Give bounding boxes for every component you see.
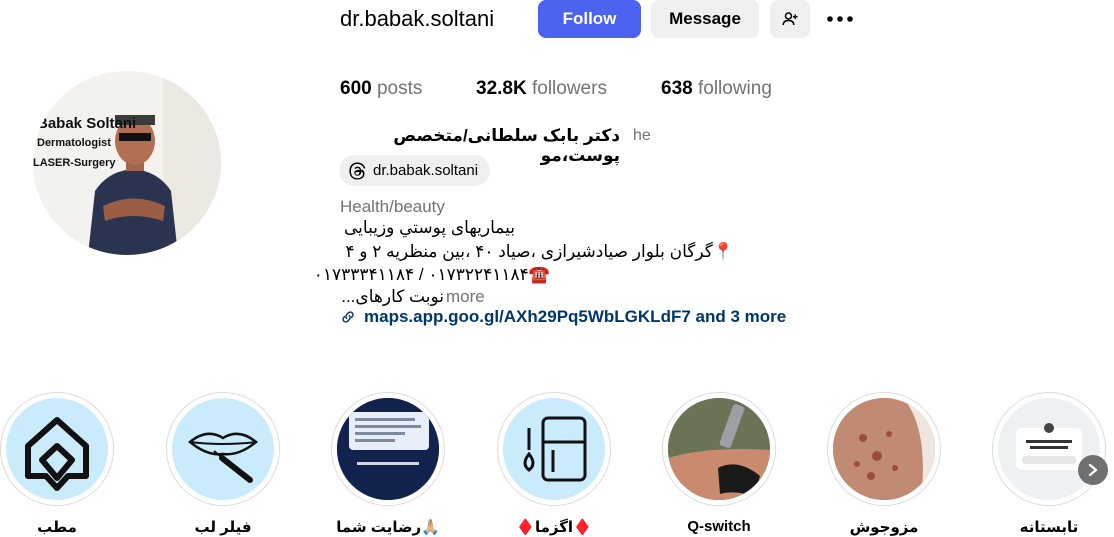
profile-avatar[interactable]: Babak Soltani Dermatologist LASER-Surger… xyxy=(33,71,221,255)
lips-syringe-icon xyxy=(188,432,258,483)
highlight-label: رضایت شما🙏🏼 xyxy=(336,519,440,536)
profile-pronoun: he xyxy=(633,127,651,144)
question-sticker-icon xyxy=(998,398,1100,500)
profile-link-text: maps.app.goo.gl/AXh29Pq5WbLGKLdF7 and 3 … xyxy=(364,307,787,326)
highlight-acne[interactable] xyxy=(827,392,941,506)
link-icon xyxy=(342,311,354,323)
testimonial-screenshot-icon xyxy=(337,398,439,500)
highlight-summer[interactable] xyxy=(992,392,1106,506)
highlight-testimonials[interactable] xyxy=(331,392,445,506)
laser-treatment-icon xyxy=(668,398,770,500)
highlight-lip-filler[interactable] xyxy=(166,392,280,506)
highlights-next-button[interactable] xyxy=(1078,455,1108,485)
more-options-icon xyxy=(827,16,853,22)
followers-count: 32.8K xyxy=(476,78,527,99)
skin-care-icon xyxy=(523,416,587,482)
threads-icon xyxy=(349,162,366,179)
following-stat[interactable]: 638 following xyxy=(661,78,772,100)
threads-handle: dr.babak.soltani xyxy=(373,162,479,179)
followers-label: followers xyxy=(531,78,607,99)
profile-username: dr.babak.soltani xyxy=(340,6,495,31)
avatar-subtitle-text: LASER-Surgery xyxy=(33,157,116,169)
more-options-button[interactable] xyxy=(820,0,860,38)
suggest-accounts-button[interactable] xyxy=(770,0,810,38)
threads-badge[interactable]: dr.babak.soltani xyxy=(339,155,491,186)
highlight-label: مزوجوش xyxy=(849,519,919,536)
clinic-logo-icon xyxy=(25,417,89,491)
avatar-title-text: Dermatologist xyxy=(37,137,111,149)
profile-link[interactable]: maps.app.goo.gl/AXh29Pq5WbLGKLdF7 and 3 … xyxy=(340,307,786,327)
highlight-label: تابستانه xyxy=(1019,519,1079,536)
highlight-label: فیلر لب xyxy=(194,519,252,536)
followers-stat[interactable]: 32.8K followers xyxy=(476,78,607,100)
avatar-name-text: Babak Soltani xyxy=(37,115,137,132)
bio-line-4: نوبت کارهای... xyxy=(341,287,444,306)
posts-stat: 600 posts xyxy=(340,78,422,100)
bio-more-link[interactable]: more xyxy=(446,287,485,307)
chevron-right-icon xyxy=(1088,463,1098,477)
bio-line-1: بیماریهای پوستي وزيبايى xyxy=(344,218,515,237)
highlight-label: ♦️اگزما♦️ xyxy=(516,519,592,536)
highlight-eczema[interactable] xyxy=(497,392,611,506)
highlight-q-switch[interactable] xyxy=(662,392,776,506)
follow-button[interactable]: Follow xyxy=(538,0,641,38)
profile-category: Health/beauty xyxy=(340,197,445,216)
acne-skin-icon xyxy=(833,398,935,500)
posts-count: 600 xyxy=(340,78,372,99)
add-user-icon xyxy=(782,12,798,26)
bio-line-3: ☎️۰۱۷۳۲۲۴۱۱۸۴ / ۰۱۷۳۳۳۴۱۱۸۴ xyxy=(313,265,550,284)
following-count: 638 xyxy=(661,78,693,99)
bio-line-2: 📍گرگان بلوار صیادشیرازی ،صیاد ۴۰ ،بین من… xyxy=(345,242,734,261)
following-label: following xyxy=(697,78,772,99)
posts-label: posts xyxy=(376,78,423,99)
highlight-label: Q-switch xyxy=(687,518,751,535)
highlight-office[interactable] xyxy=(0,392,114,506)
highlight-label: مطب xyxy=(37,519,77,536)
message-button[interactable]: Message xyxy=(651,0,759,38)
